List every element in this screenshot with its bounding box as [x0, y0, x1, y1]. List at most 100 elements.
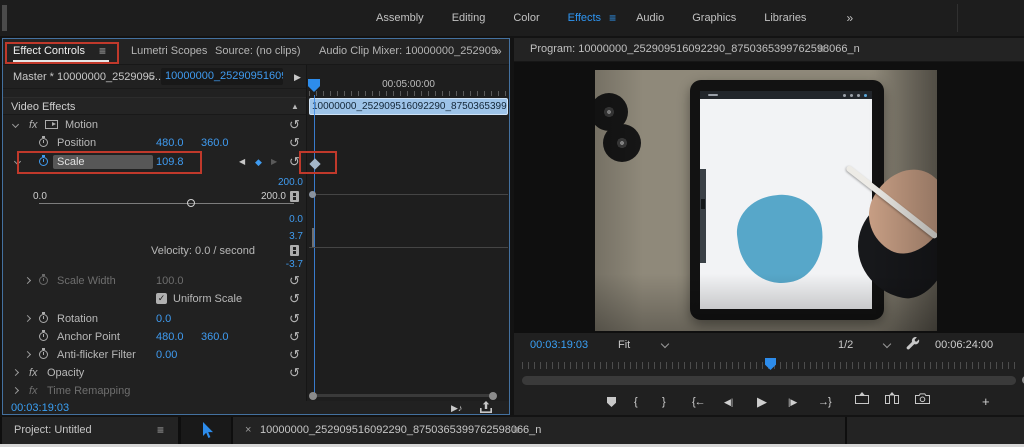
- workspace-tab-graphics[interactable]: Graphics: [678, 12, 750, 24]
- fx-badge-icon[interactable]: fx: [29, 116, 38, 134]
- next-keyframe-icon[interactable]: ▶: [271, 152, 277, 172]
- timeline-zoom-scrollbar[interactable]: [311, 394, 493, 397]
- scale-keyframe-diamond[interactable]: [309, 158, 321, 170]
- value-graph-keyframe-dot[interactable]: [309, 191, 316, 198]
- workspace-menu-icon[interactable]: ≡: [609, 11, 616, 25]
- reset-rotation-icon[interactable]: ↺: [289, 310, 300, 328]
- reset-opacity-icon[interactable]: ↺: [289, 364, 300, 382]
- play-audio-icon[interactable]: ▶♪: [451, 401, 462, 415]
- chevron-right-icon[interactable]: [11, 368, 20, 377]
- close-icon[interactable]: ×: [245, 417, 251, 444]
- anchor-y-value[interactable]: 360.0: [201, 328, 229, 346]
- workspace-tab-color[interactable]: Color: [499, 12, 553, 24]
- step-forward-icon[interactable]: |▶: [788, 389, 797, 415]
- video-effects-header: Video Effects ▲: [3, 97, 306, 115]
- value-graph-toggle-icon[interactable]: [290, 191, 299, 202]
- program-panel-menu-icon[interactable]: ≡: [818, 38, 825, 61]
- export-frame-icon[interactable]: [479, 401, 493, 416]
- stopwatch-icon[interactable]: [39, 136, 48, 147]
- workspace-overflow-icon[interactable]: »: [846, 11, 853, 25]
- tab-lumetri-scopes[interactable]: Lumetri Scopes: [131, 39, 207, 64]
- chevron-down-icon[interactable]: [13, 157, 22, 166]
- mark-in-icon[interactable]: {: [634, 389, 638, 415]
- step-back-icon[interactable]: ◀|: [724, 389, 733, 415]
- reset-scale-width-icon[interactable]: ↺: [289, 272, 300, 290]
- workspace-tab-audio[interactable]: Audio: [622, 12, 678, 24]
- play-button-icon[interactable]: ▶: [757, 389, 767, 415]
- clip-selector-dropdown[interactable]: 10000000_25290951609...: [161, 68, 283, 85]
- rotation-value[interactable]: 0.0: [156, 310, 171, 328]
- stopwatch-icon[interactable]: [39, 274, 48, 285]
- play-glyph: ▶: [451, 403, 458, 413]
- program-scrollbar[interactable]: [522, 376, 1016, 385]
- scale-slider-handle[interactable]: [186, 199, 195, 207]
- mark-out-icon[interactable]: }: [662, 389, 666, 415]
- button-editor-add-icon[interactable]: +: [982, 389, 990, 415]
- reset-scale-icon[interactable]: ↺: [289, 152, 300, 172]
- reset-anti-flicker-icon[interactable]: ↺: [289, 346, 300, 364]
- tab-source[interactable]: Source: (no clips): [215, 39, 301, 64]
- extract-icon[interactable]: [885, 389, 899, 415]
- scale-slider-track[interactable]: [39, 199, 294, 207]
- program-monitor-panel: Program: 10000000_252909516092290_875036…: [514, 38, 1024, 415]
- position-y-value[interactable]: 360.0: [201, 134, 229, 152]
- go-to-out-icon[interactable]: →}: [818, 389, 832, 415]
- export-frame-camera-icon[interactable]: [915, 389, 930, 415]
- playback-resolution-select[interactable]: 1/2: [838, 333, 853, 358]
- reset-uniform-scale-icon[interactable]: ↺: [289, 290, 300, 308]
- add-keyframe-icon[interactable]: ◆: [255, 152, 262, 172]
- bottom-panel-bar: Project: Untitled ≡ × 10000000_252909516…: [0, 417, 1024, 444]
- zoom-handle-left[interactable]: [309, 392, 317, 400]
- go-to-in-icon[interactable]: {←: [692, 389, 706, 415]
- tab-audio-clip-mixer[interactable]: Audio Clip Mixer: 10000000_252909: [319, 39, 497, 64]
- scale-label[interactable]: Scale: [53, 155, 153, 169]
- timeline-panel-menu-icon[interactable]: ≡: [513, 417, 520, 444]
- keyframe-timeline: 00:05:00:00 10000000_252909516092290_875…: [306, 65, 509, 401]
- workspace-tab-libraries[interactable]: Libraries: [750, 12, 820, 24]
- velocity-graph-toggle-icon[interactable]: [290, 245, 299, 256]
- project-panel-tab[interactable]: Project: Untitled ≡: [2, 417, 178, 444]
- reset-motion-icon[interactable]: ↺: [289, 116, 300, 134]
- timeline-clip-bar[interactable]: 10000000_252909516092290_8750365399: [309, 98, 508, 115]
- uniform-scale-checkbox[interactable]: ✓: [156, 293, 167, 304]
- panel-overflow-icon[interactable]: »: [495, 39, 502, 64]
- timeline-panel-tab[interactable]: × 10000000_252909516092290_8750365399762…: [233, 417, 845, 444]
- play-around-icon[interactable]: ▶: [294, 65, 301, 89]
- workspace-tab-effects[interactable]: Effects: [554, 12, 615, 24]
- chevron-right-icon[interactable]: [23, 350, 32, 359]
- anchor-x-value[interactable]: 480.0: [156, 328, 184, 346]
- reset-position-icon[interactable]: ↺: [289, 134, 300, 152]
- workspace-tab-assembly[interactable]: Assembly: [362, 12, 438, 24]
- project-panel-menu-icon[interactable]: ≡: [157, 417, 164, 444]
- stopwatch-icon[interactable]: [39, 330, 48, 341]
- zoom-level-select[interactable]: Fit: [618, 333, 630, 358]
- chevron-right-icon[interactable]: [23, 276, 32, 285]
- reset-anchor-icon[interactable]: ↺: [289, 328, 300, 346]
- chevron-down-icon[interactable]: [660, 339, 670, 349]
- settings-wrench-icon[interactable]: [906, 333, 920, 358]
- selection-tool-icon[interactable]: [202, 422, 215, 443]
- lift-icon[interactable]: [855, 389, 869, 415]
- timeline-ruler[interactable]: [309, 91, 508, 96]
- stopwatch-icon[interactable]: [39, 312, 48, 323]
- collapse-section-icon[interactable]: ▲: [291, 98, 299, 116]
- scale-value[interactable]: 109.8: [156, 152, 184, 172]
- anti-flicker-value[interactable]: 0.00: [156, 346, 177, 364]
- video-shading: [595, 70, 937, 331]
- program-current-timecode[interactable]: 00:03:19:03: [530, 333, 588, 358]
- position-x-value[interactable]: 480.0: [156, 134, 184, 152]
- previous-keyframe-icon[interactable]: ◀: [239, 152, 245, 172]
- workspace-tab-editing[interactable]: Editing: [438, 12, 500, 24]
- chevron-right-icon[interactable]: [11, 386, 20, 395]
- master-clip-row: Master * 10000000_2529095... 10000000_25…: [3, 65, 306, 89]
- chevron-down-icon[interactable]: [882, 339, 892, 349]
- zoom-handle-right[interactable]: [489, 392, 497, 400]
- stopwatch-keyframe-icon[interactable]: [39, 155, 48, 166]
- fx-badge-icon[interactable]: fx: [29, 364, 38, 382]
- stopwatch-icon[interactable]: [39, 348, 48, 359]
- chevron-down-icon[interactable]: [11, 120, 20, 129]
- current-timecode[interactable]: 00:03:19:03: [11, 401, 69, 415]
- chevron-right-icon[interactable]: [23, 314, 32, 323]
- effect-controls-panel: Effect Controls ≡ Lumetri Scopes Source:…: [2, 38, 510, 415]
- add-marker-icon[interactable]: [607, 397, 616, 407]
